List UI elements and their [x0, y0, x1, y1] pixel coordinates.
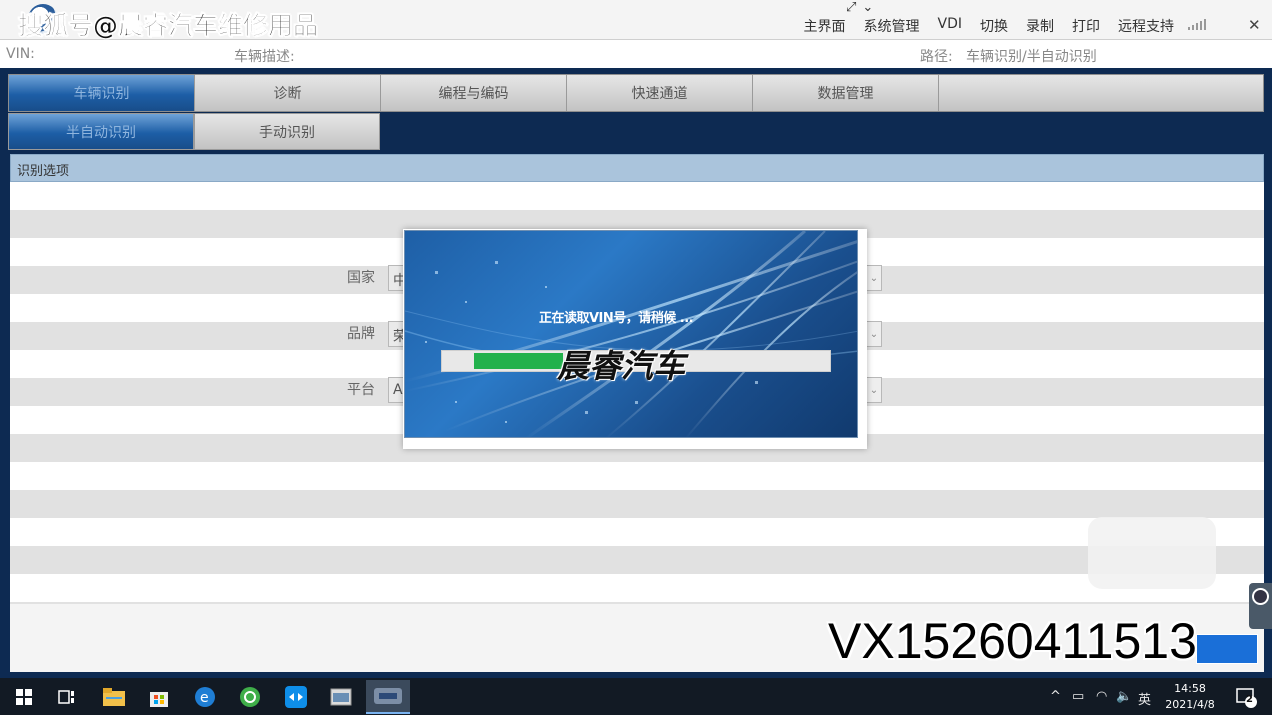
task-view-icon[interactable]: [55, 685, 79, 709]
tab-programming-coding[interactable]: 编程与编码: [381, 75, 567, 111]
svg-text:e: e: [200, 690, 209, 706]
clock-date: 2021/4/8: [1165, 698, 1215, 711]
clock-time: 14:58: [1174, 682, 1206, 695]
tab-filler: [939, 75, 1263, 111]
watermark-sohu: 搜狐号@晨睿汽车维修用品: [18, 11, 319, 41]
platform-label: 平台: [347, 382, 375, 398]
tab-vehicle-identification[interactable]: 车辆识别: [9, 75, 195, 111]
signal-icon: [1188, 18, 1206, 30]
volume-icon[interactable]: 🔈: [1116, 689, 1132, 704]
chevron-down-icon[interactable]: ⌄: [866, 377, 882, 403]
top-menu: 主界面 系统管理 VDI 切换 录制 打印 远程支持: [786, 16, 1175, 36]
edge-browser-icon[interactable]: e: [193, 685, 217, 709]
brand-watermark: 晨睿汽车: [557, 347, 686, 385]
notification-center-icon[interactable]: 2: [1234, 685, 1258, 709]
teamviewer-icon[interactable]: [284, 685, 308, 709]
brand-label: 品牌: [347, 326, 375, 342]
store-icon[interactable]: [147, 685, 171, 709]
sub-tabs: 半自动识别 手动识别: [8, 113, 380, 150]
action-button[interactable]: [1196, 634, 1258, 664]
description-label: 车辆描述:: [234, 49, 295, 65]
chevron-down-icon[interactable]: ⌄: [866, 265, 882, 291]
battery-icon[interactable]: ▭: [1072, 689, 1084, 704]
ime-indicator[interactable]: 英: [1138, 689, 1151, 708]
file-explorer-icon[interactable]: [102, 685, 126, 709]
loading-message: 正在读取VIN号，请稍候 ...: [539, 311, 694, 326]
path-value: 车辆识别/半自动识别: [966, 49, 1097, 65]
light-streaks-graphic: [405, 231, 857, 437]
chevron-down-icon[interactable]: ⌄: [866, 321, 882, 347]
panel-title: 识别选项: [10, 154, 1264, 182]
menu-record[interactable]: 录制: [1026, 16, 1054, 36]
menu-remote-support[interactable]: 远程支持: [1118, 16, 1174, 36]
chevron-down-icon[interactable]: ⌄: [862, 0, 873, 15]
subtab-semi-auto[interactable]: 半自动识别: [8, 113, 194, 150]
notification-count: 2: [1246, 694, 1253, 705]
vin-label: VIN:: [6, 46, 35, 62]
vehicle-info-bar: VIN: 车辆描述: 路径: 车辆识别/半自动识别: [0, 40, 1272, 68]
contact-watermark: VX15260411513: [828, 613, 1197, 669]
close-icon[interactable]: ✕: [1248, 16, 1261, 34]
menu-home[interactable]: 主界面: [804, 16, 846, 36]
minus-icon: [1252, 588, 1269, 605]
menu-print[interactable]: 打印: [1072, 16, 1100, 36]
loading-dialog: 正在读取VIN号，请稍候 ... 晨睿汽车: [404, 230, 858, 438]
menu-vdi[interactable]: VDI: [938, 16, 963, 36]
tab-quick-access[interactable]: 快速通道: [567, 75, 753, 111]
side-collapse-tab[interactable]: [1249, 583, 1272, 629]
window-controls[interactable]: ⤢ ⌄: [846, 0, 873, 15]
diagnostic-app-taskbar-icon[interactable]: [366, 680, 410, 714]
main-tabs: 车辆识别 诊断 编程与编码 快速通道 数据管理: [8, 74, 1264, 112]
tab-diagnosis[interactable]: 诊断: [195, 75, 381, 111]
app-window-icon[interactable]: [329, 685, 353, 709]
tab-data-management[interactable]: 数据管理: [753, 75, 939, 111]
chevron-up-icon[interactable]: ^: [1050, 689, 1061, 704]
green-app-icon[interactable]: [238, 685, 262, 709]
floating-assistant-button[interactable]: [1088, 517, 1216, 589]
windows-taskbar: e ^ ▭ ◠ 🔈 英 14:58 2021/4/8 2: [0, 678, 1272, 715]
title-bar: 搜狐号@晨睿汽车维修用品 ⤢ ⌄ 主界面 系统管理 VDI 切换 录制 打印 远…: [0, 0, 1272, 40]
restore-icon[interactable]: ⤢: [846, 0, 856, 15]
subtab-manual[interactable]: 手动识别: [194, 113, 380, 150]
country-label: 国家: [347, 270, 375, 286]
menu-system-management[interactable]: 系统管理: [864, 16, 920, 36]
progress-fill: [474, 353, 563, 369]
path-label: 路径:: [920, 49, 953, 65]
menu-switch[interactable]: 切换: [980, 16, 1008, 36]
system-clock[interactable]: 14:58 2021/4/8: [1160, 681, 1220, 713]
windows-start-icon[interactable]: [12, 685, 36, 709]
wifi-icon[interactable]: ◠: [1096, 689, 1107, 704]
